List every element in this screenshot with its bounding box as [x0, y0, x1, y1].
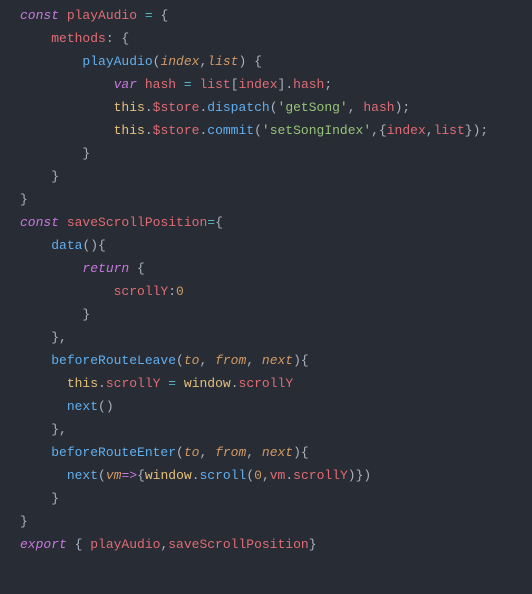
code-line[interactable]: var hash = list[index].hash;: [20, 73, 532, 96]
method-beforeRouteLeave: beforeRouteLeave: [51, 353, 176, 368]
code-line[interactable]: playAudio(index,list) {: [20, 50, 532, 73]
number-zero: 0: [176, 284, 184, 299]
code-line[interactable]: beforeRouteEnter(to, from, next){: [20, 441, 532, 464]
keyword-return: return: [82, 261, 129, 276]
code-line[interactable]: data(){: [20, 234, 532, 257]
code-line[interactable]: }: [20, 510, 532, 533]
param-vm: vm: [106, 468, 122, 483]
code-line[interactable]: }: [20, 487, 532, 510]
keyword-var: var: [114, 77, 137, 92]
identifier-hash: hash: [145, 77, 176, 92]
code-line[interactable]: scrollY:0: [20, 280, 532, 303]
identifier-window: window: [184, 376, 231, 391]
call-scroll: scroll: [200, 468, 247, 483]
property-scrollY: scrollY: [114, 284, 169, 299]
code-line[interactable]: next(vm=>{window.scroll(0,vm.scrollY)}): [20, 464, 532, 487]
string-setSongIndex: 'setSongIndex': [262, 123, 371, 138]
call-next: next: [67, 399, 98, 414]
code-line[interactable]: beforeRouteLeave(to, from, next){: [20, 349, 532, 372]
code-line[interactable]: const playAudio = {: [20, 4, 532, 27]
method-beforeRouteEnter: beforeRouteEnter: [51, 445, 176, 460]
code-line[interactable]: this.$store.dispatch('getSong', hash);: [20, 96, 532, 119]
param-list: list: [207, 54, 238, 69]
method-data: data: [51, 238, 82, 253]
code-line[interactable]: }: [20, 303, 532, 326]
code-line[interactable]: }: [20, 165, 532, 188]
code-line[interactable]: return {: [20, 257, 532, 280]
code-line[interactable]: },: [20, 326, 532, 349]
code-editor[interactable]: const playAudio = { methods: { playAudio…: [20, 4, 532, 556]
identifier-saveScrollPosition: saveScrollPosition: [67, 215, 207, 230]
code-line[interactable]: }: [20, 142, 532, 165]
keyword-const: const: [20, 8, 59, 23]
code-line[interactable]: this.$store.commit('setSongIndex',{index…: [20, 119, 532, 142]
method-playAudio: playAudio: [82, 54, 152, 69]
identifier-playAudio: playAudio: [67, 8, 137, 23]
param-from: from: [215, 353, 246, 368]
code-line[interactable]: methods: {: [20, 27, 532, 50]
code-line[interactable]: next(): [20, 395, 532, 418]
code-line[interactable]: }: [20, 188, 532, 211]
keyword-export: export: [20, 537, 67, 552]
code-line[interactable]: },: [20, 418, 532, 441]
string-getSong: 'getSong': [278, 100, 348, 115]
code-line[interactable]: export { playAudio,saveScrollPosition}: [20, 533, 532, 556]
code-line[interactable]: this.scrollY = window.scrollY: [20, 372, 532, 395]
code-line[interactable]: const saveScrollPosition={: [20, 211, 532, 234]
keyword-this: this: [114, 100, 145, 115]
param-next: next: [262, 353, 293, 368]
param-to: to: [184, 353, 200, 368]
param-index: index: [160, 54, 199, 69]
property-methods: methods: [51, 31, 106, 46]
